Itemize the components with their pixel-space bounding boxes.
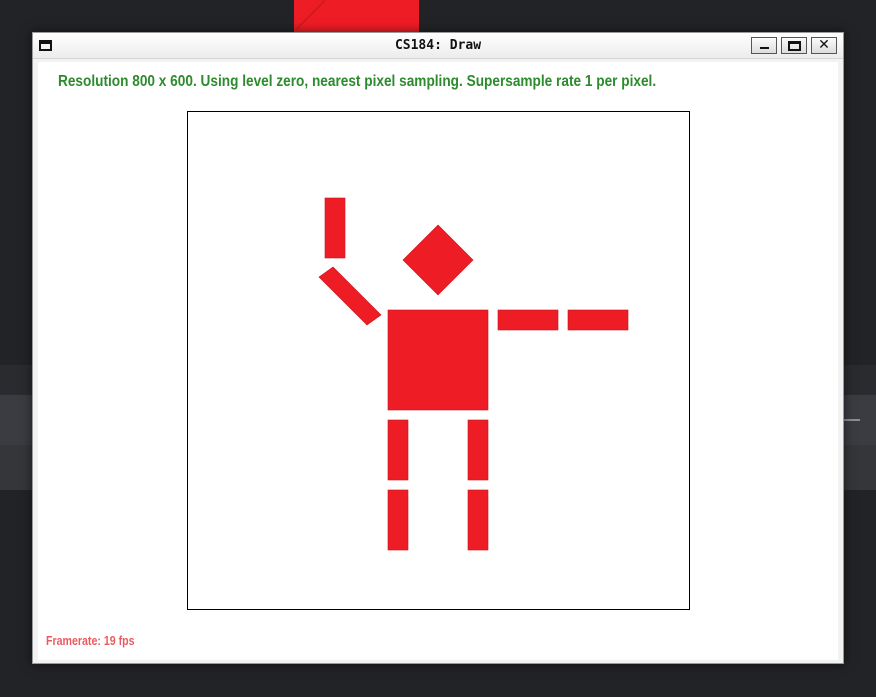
head <box>402 224 474 296</box>
stick-figure-drawing <box>318 197 629 551</box>
minimize-button[interactable] <box>751 37 777 54</box>
raised-upper-arm <box>318 266 382 326</box>
drawing-canvas[interactable] <box>187 111 690 610</box>
background-window-fragment <box>294 0 419 34</box>
outstretched-arm-inner <box>497 309 559 331</box>
window-title: CS184: Draw <box>394 38 482 53</box>
maximize-button[interactable] <box>781 37 807 54</box>
minimize-icon <box>760 47 769 49</box>
right-shin <box>467 489 489 551</box>
maximize-icon <box>788 41 801 51</box>
close-button[interactable]: ✕ <box>811 37 837 54</box>
left-thigh <box>387 419 409 481</box>
right-thigh <box>467 419 489 481</box>
title-bar[interactable]: CS184: Draw ✕ <box>33 33 843 59</box>
render-info-text: Resolution 800 x 600. Using level zero, … <box>58 73 657 90</box>
render-viewport[interactable]: Resolution 800 x 600. Using level zero, … <box>38 62 838 660</box>
framerate-text: Framerate: 19 fps <box>46 634 135 648</box>
left-shin <box>387 489 409 551</box>
background-minimize-glyph <box>842 419 860 421</box>
draw-window: CS184: Draw ✕ Resolution 800 x 600. Usin… <box>32 32 844 664</box>
outstretched-arm-outer <box>567 309 629 331</box>
close-icon: ✕ <box>818 37 830 53</box>
raised-forearm <box>324 197 346 259</box>
torso <box>387 309 489 411</box>
